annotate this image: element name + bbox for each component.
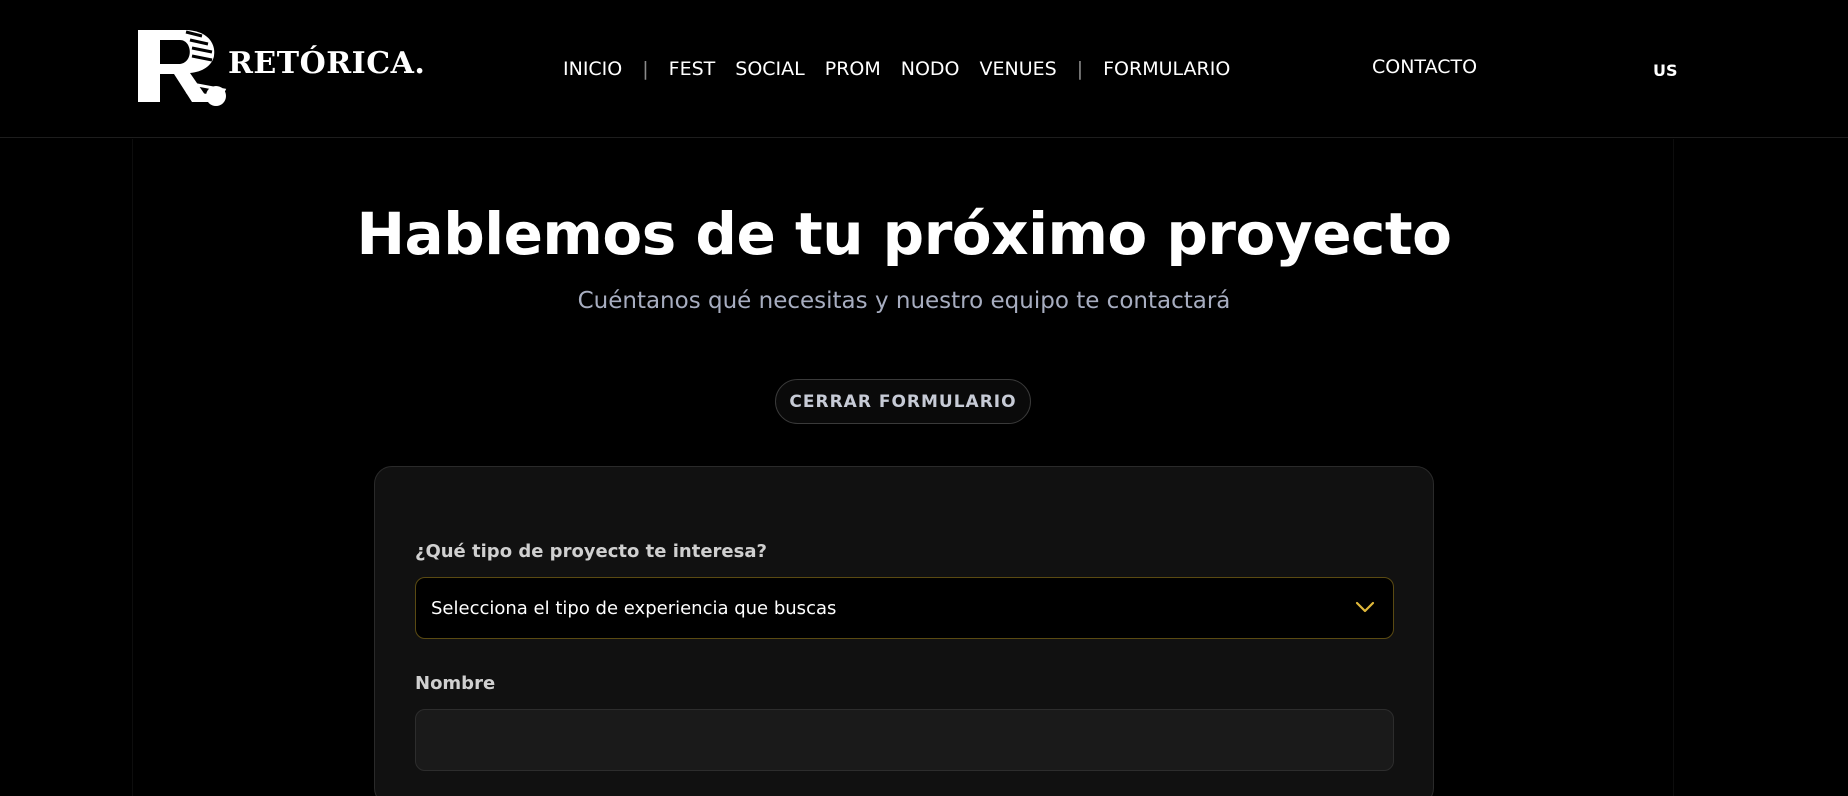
project-type-value: Selecciona el tipo de experiencia que bu…	[431, 598, 837, 619]
project-type-label: ¿Qué tipo de proyecto te interesa?	[415, 541, 767, 562]
nav-item-contacto[interactable]: CONTACTO	[1372, 56, 1477, 78]
main-nav: INICIO | FEST SOCIAL PROM NODO VENUES | …	[563, 56, 1230, 82]
page-title: Hablemos de tu próximo proyecto	[356, 200, 1452, 268]
logo-mark-icon	[138, 30, 227, 106]
language-toggle[interactable]: US	[1653, 61, 1678, 80]
logo-text: RETÓRICA.	[228, 46, 426, 81]
nav-separator: |	[642, 58, 649, 80]
nav-item-social[interactable]: SOCIAL	[735, 58, 804, 80]
page: RETÓRICA. INICIO | FEST SOCIAL PROM NODO…	[0, 0, 1848, 796]
nav-item-nodo[interactable]: NODO	[901, 58, 960, 80]
close-form-button[interactable]: CERRAR FORMULARIO	[775, 379, 1031, 424]
nav-item-formulario[interactable]: FORMULARIO	[1103, 58, 1230, 80]
contact-form-card: ¿Qué tipo de proyecto te interesa? Selec…	[374, 466, 1434, 796]
nav-item-inicio[interactable]: INICIO	[563, 58, 622, 80]
nav-item-prom[interactable]: PROM	[825, 58, 881, 80]
name-label: Nombre	[415, 673, 496, 694]
site-header: RETÓRICA. INICIO | FEST SOCIAL PROM NODO…	[0, 0, 1848, 138]
nav-separator: |	[1076, 58, 1084, 80]
page-subtitle: Cuéntanos qué necesitas y nuestro equipo…	[577, 288, 1231, 314]
nav-item-venues[interactable]: VENUES	[980, 58, 1057, 80]
chevron-down-icon	[1355, 601, 1375, 613]
project-type-select[interactable]: Selecciona el tipo de experiencia que bu…	[415, 577, 1394, 639]
logo[interactable]: RETÓRICA.	[132, 26, 425, 112]
name-field[interactable]	[415, 709, 1394, 771]
nav-item-fest[interactable]: FEST	[669, 58, 716, 80]
